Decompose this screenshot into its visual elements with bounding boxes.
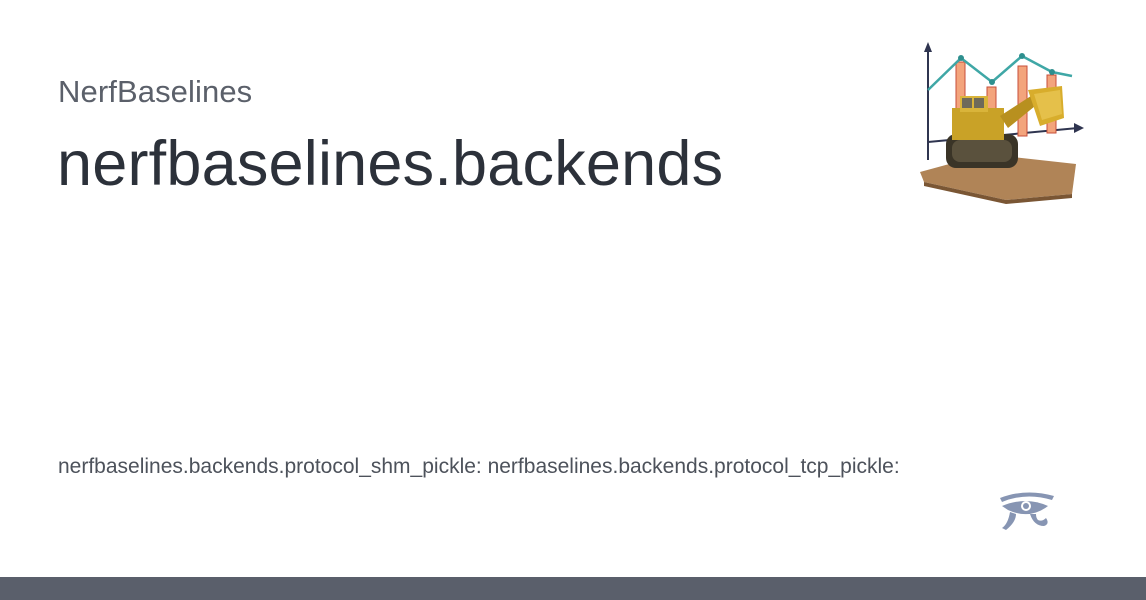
site-name: NerfBaselines [58,74,253,109]
page-description: nerfbaselines.backends.protocol_shm_pick… [58,455,900,478]
footer-bar [0,577,1146,600]
eye-of-horus-icon [1000,492,1054,530]
preview-card: NerfBaselines nerfbaselines.backends ner… [0,0,1146,600]
page-title: nerfbaselines.backends [57,129,724,199]
logo-icon [920,42,1084,204]
